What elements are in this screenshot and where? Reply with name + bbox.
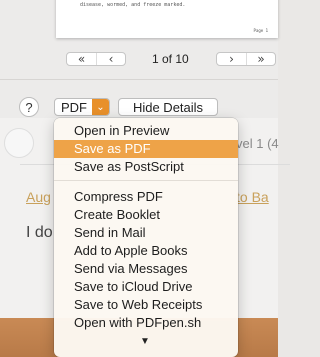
menu-item-send-via-messages[interactable]: Send via Messages: [54, 260, 238, 278]
scroll-down-arrow-icon[interactable]: ▼: [140, 336, 150, 347]
menu-item-send-in-mail[interactable]: Send in Mail: [54, 224, 238, 242]
avatar: [4, 128, 34, 158]
menu-item-save-as-pdf[interactable]: Save as PDF: [54, 140, 238, 158]
pdf-preview-page: disease, wormed, and freeze marked. Page…: [56, 0, 278, 38]
prev-page-button[interactable]: ‹: [97, 52, 125, 66]
menu-item-save-to-icloud-drive[interactable]: Save to iCloud Drive: [54, 278, 238, 296]
pdf-menu-button[interactable]: PDF ⌄: [54, 98, 110, 116]
menu-item-save-to-web-receipts[interactable]: Save to Web Receipts: [54, 296, 238, 314]
background-body-text: I do: [26, 224, 53, 241]
next-page-button[interactable]: ›: [217, 52, 246, 66]
menu-separator: [54, 180, 238, 181]
background-link-to: to Ba: [236, 189, 269, 205]
pdf-button-label: PDF: [61, 100, 87, 115]
menu-item-create-booklet[interactable]: Create Booklet: [54, 206, 238, 224]
preview-text: disease, wormed, and freeze marked.: [80, 2, 186, 8]
page-forward-buttons: › »: [216, 52, 276, 66]
dialog-divider: [0, 79, 278, 80]
hide-details-button[interactable]: Hide Details: [118, 98, 218, 116]
page-navigator: « ‹ 1 of 10 › »: [66, 52, 278, 68]
background-link-aug: Aug: [26, 189, 51, 205]
last-page-button[interactable]: »: [247, 52, 275, 66]
menu-item-compress-pdf[interactable]: Compress PDF: [54, 188, 238, 206]
preview-page-number: Page 1: [253, 28, 268, 33]
menu-item-save-as-postscript[interactable]: Save as PostScript: [54, 158, 238, 176]
menu-item-open-with-pdfpen[interactable]: Open with PDFpen.sh: [54, 314, 238, 332]
first-page-button[interactable]: «: [67, 52, 96, 66]
pdf-dropdown-menu: Open in Preview Save as PDF Save as Post…: [54, 118, 238, 357]
background-level-text: vel 1 (4: [236, 136, 279, 151]
help-button[interactable]: ?: [19, 97, 39, 117]
chevron-down-icon: ⌄: [92, 99, 109, 115]
menu-item-open-in-preview[interactable]: Open in Preview: [54, 122, 238, 140]
page-back-buttons: « ‹: [66, 52, 126, 66]
menu-item-add-to-apple-books[interactable]: Add to Apple Books: [54, 242, 238, 260]
page-indicator: 1 of 10: [152, 52, 189, 66]
